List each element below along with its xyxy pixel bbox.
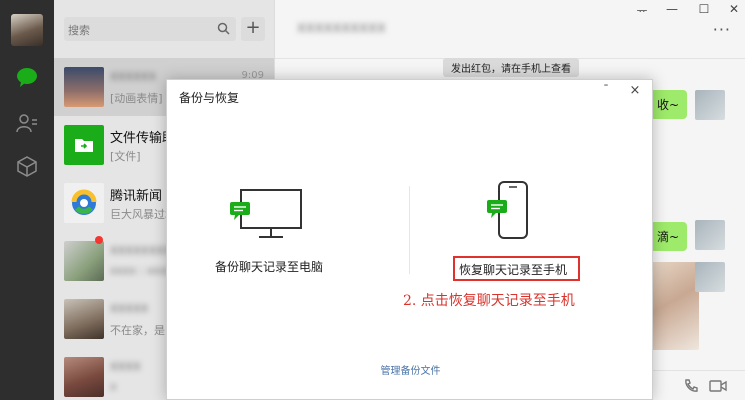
chat-title: xxxxxxxxxx xyxy=(297,18,386,36)
avatar xyxy=(64,241,104,281)
avatar xyxy=(695,262,725,292)
contact-name: xxxxx xyxy=(110,301,149,316)
backup-restore-dialog: 备份与恢复 ˉ × 备份聊天记录至电脑 恢复聊天记录至手机 2. 点击恢复聊天记… xyxy=(166,79,653,400)
backup-to-pc-option[interactable]: 备份聊天记录至电脑 xyxy=(215,180,355,280)
dialog-title: 备份与恢复 xyxy=(179,91,240,105)
maximize-button[interactable]: ☐ xyxy=(693,2,715,16)
message-preview: x xyxy=(110,380,117,393)
news-icon xyxy=(64,183,104,223)
avatar xyxy=(64,67,104,107)
minimize-button[interactable]: — xyxy=(661,2,683,16)
message-preview: [动画表情] xyxy=(110,92,163,105)
manage-backup-link[interactable]: 管理备份文件 xyxy=(167,362,654,377)
divider xyxy=(409,186,410,274)
backup-label: 备份聊天记录至电脑 xyxy=(215,260,324,274)
add-button[interactable]: + xyxy=(241,17,265,41)
avatar xyxy=(64,357,104,397)
cube-icon[interactable] xyxy=(14,153,40,179)
message-preview: 不在家，是 xyxy=(110,324,165,337)
monitor-icon xyxy=(229,188,305,243)
search-icon[interactable] xyxy=(217,22,230,38)
sidebar xyxy=(0,0,54,400)
message-preview: [文件] xyxy=(110,150,141,163)
minimize-button[interactable]: ˉ xyxy=(599,83,613,97)
phone-icon[interactable] xyxy=(683,378,699,397)
restore-highlight-box[interactable]: 恢复聊天记录至手机 xyxy=(453,256,580,281)
video-call-icon[interactable] xyxy=(709,379,727,396)
close-button[interactable]: ✕ xyxy=(723,2,745,16)
pin-button[interactable]: ᅲ xyxy=(631,2,653,19)
close-button[interactable]: × xyxy=(627,83,643,98)
avatar[interactable] xyxy=(11,14,43,46)
contacts-icon[interactable] xyxy=(14,110,40,136)
contact-name: 腾讯新闻 xyxy=(110,189,163,204)
search-input[interactable]: 搜索 xyxy=(64,17,236,41)
unread-badge xyxy=(95,236,103,244)
more-icon[interactable]: ··· xyxy=(713,20,731,39)
restore-label: 恢复聊天记录至手机 xyxy=(459,263,568,277)
instruction-annotation: 2. 点击恢复聊天记录至手机 xyxy=(403,293,575,309)
message-bubble[interactable]: 收~ xyxy=(649,90,688,119)
avatar xyxy=(695,90,725,120)
avatar xyxy=(695,220,725,250)
avatar xyxy=(64,299,104,339)
search-placeholder: 搜索 xyxy=(68,24,90,37)
system-note: 发出红包，请在手机上查看 xyxy=(443,58,579,77)
file-transfer-icon xyxy=(64,125,104,165)
contact-name: xxxxxx xyxy=(110,69,157,84)
contact-name: xxxx xyxy=(110,359,141,374)
image-message[interactable] xyxy=(649,262,699,350)
chat-icon[interactable] xyxy=(14,64,40,90)
phone-icon xyxy=(485,180,531,245)
message-bubble[interactable]: 滴~ xyxy=(649,222,688,251)
